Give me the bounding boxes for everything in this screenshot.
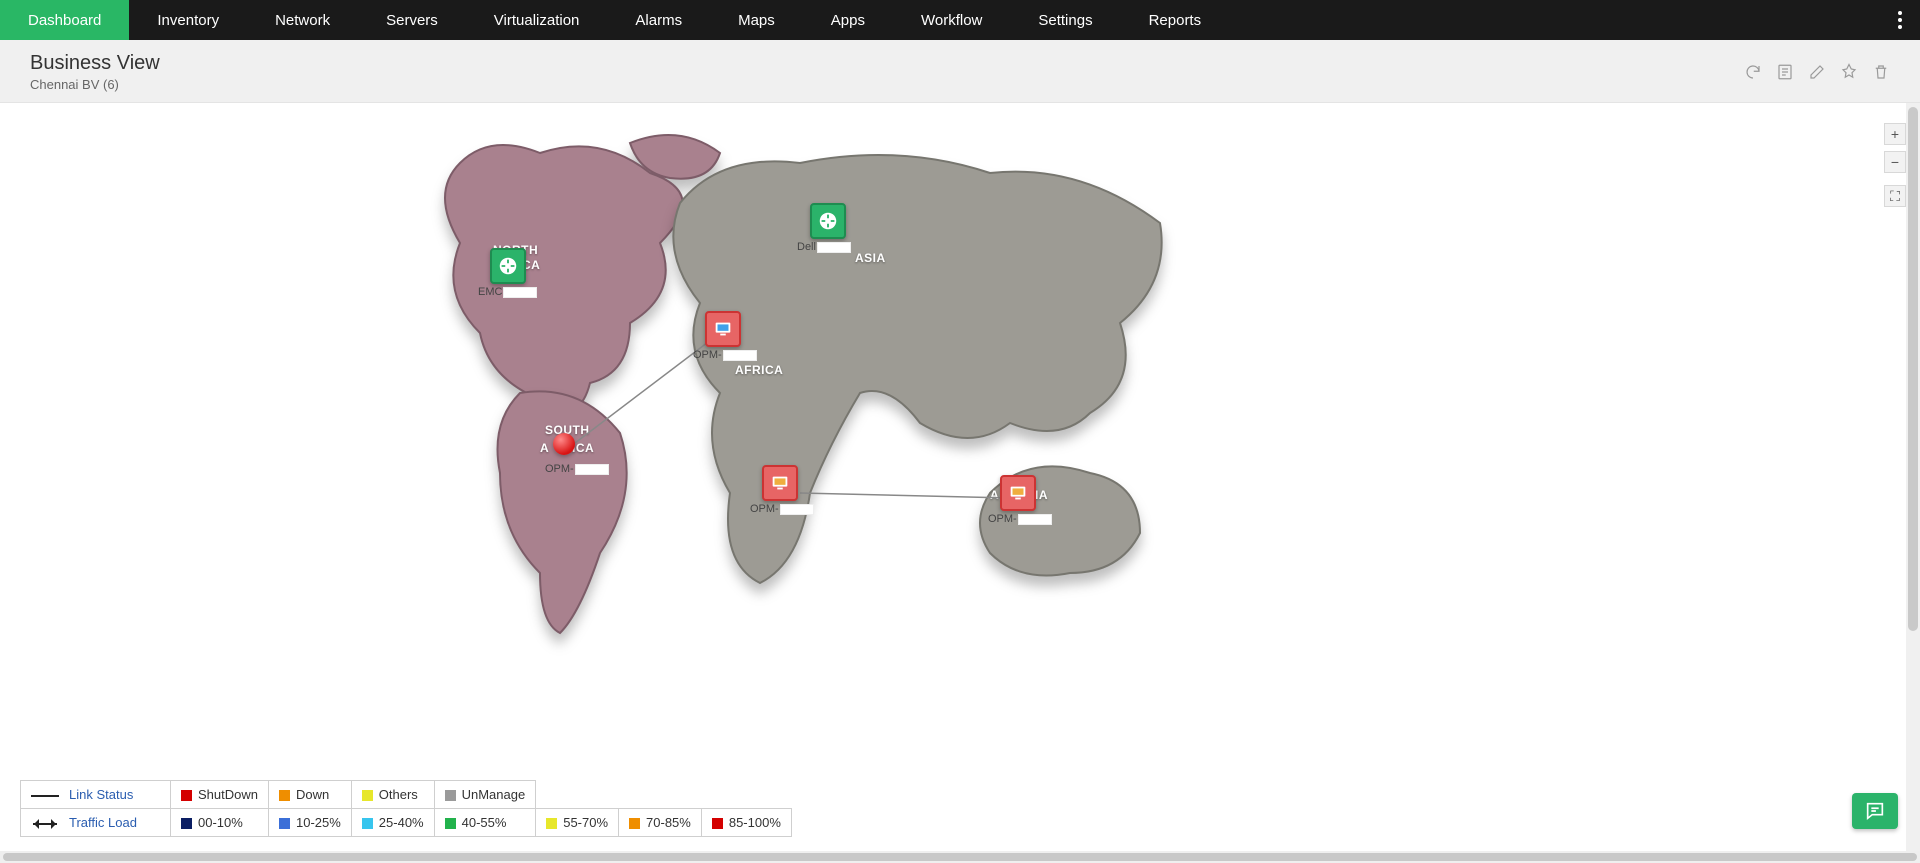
edit-icon[interactable] bbox=[1808, 63, 1826, 81]
node-asia-label: Dell bbox=[797, 241, 851, 253]
legend-row-link-status: Link Status ShutDown Down Others UnManag… bbox=[21, 781, 792, 809]
node-aus-label: OPM- bbox=[988, 513, 1052, 525]
legend-item-down: Down bbox=[268, 781, 351, 809]
delete-icon[interactable] bbox=[1872, 63, 1890, 81]
pin-icon[interactable] bbox=[1840, 63, 1858, 81]
horizontal-scrollbar[interactable] bbox=[0, 851, 1920, 863]
fullscreen-button[interactable]: ⛶ bbox=[1884, 185, 1906, 207]
legend-item-shutdown: ShutDown bbox=[171, 781, 269, 809]
top-nav: Dashboard Inventory Network Servers Virt… bbox=[0, 0, 1920, 40]
nav-tab-workflow[interactable]: Workflow bbox=[893, 0, 1010, 40]
nav-tab-virtualization[interactable]: Virtualization bbox=[466, 0, 608, 40]
chat-icon bbox=[1863, 800, 1887, 822]
nav-tab-maps[interactable]: Maps bbox=[710, 0, 803, 40]
legend-item-40-55: 40-55% bbox=[434, 809, 536, 837]
arrow-icon bbox=[31, 819, 59, 829]
zoom-controls: + − ⛶ bbox=[1884, 123, 1906, 207]
node-aus-host[interactable] bbox=[1000, 475, 1036, 511]
zoom-in-button[interactable]: + bbox=[1884, 123, 1906, 145]
legend-panel: Link Status ShutDown Down Others UnManag… bbox=[20, 780, 792, 837]
legend-item-00-10: 00-10% bbox=[171, 809, 269, 837]
nav-tab-alarms[interactable]: Alarms bbox=[607, 0, 710, 40]
legend-item-others: Others bbox=[351, 781, 434, 809]
node-africa-label: OPM- bbox=[693, 349, 757, 361]
legend-traffic-load-label[interactable]: Traffic Load bbox=[69, 815, 137, 830]
legend-item-70-85: 70-85% bbox=[619, 809, 702, 837]
nav-tab-servers[interactable]: Servers bbox=[358, 0, 466, 40]
continent-south-america bbox=[460, 383, 660, 643]
node-africa-host[interactable] bbox=[705, 311, 741, 347]
zoom-out-button[interactable]: − bbox=[1884, 151, 1906, 173]
legend-item-10-25: 10-25% bbox=[268, 809, 351, 837]
node-safrica-label: OPM- bbox=[750, 503, 814, 515]
node-na-router[interactable] bbox=[490, 248, 526, 284]
nav-tab-network[interactable]: Network bbox=[247, 0, 358, 40]
node-safrica-host[interactable] bbox=[762, 465, 798, 501]
export-icon[interactable] bbox=[1776, 63, 1794, 81]
nav-tab-inventory[interactable]: Inventory bbox=[129, 0, 247, 40]
nav-tab-apps[interactable]: Apps bbox=[803, 0, 893, 40]
legend-item-unmanage: UnManage bbox=[434, 781, 536, 809]
nav-tab-settings[interactable]: Settings bbox=[1010, 0, 1120, 40]
legend-link-status-label[interactable]: Link Status bbox=[69, 787, 133, 802]
node-sa-dot[interactable] bbox=[553, 433, 575, 455]
page-subtitle: Chennai BV (6) bbox=[30, 77, 1744, 92]
legend-item-55-70: 55-70% bbox=[536, 809, 619, 837]
node-sa-label: OPM- bbox=[545, 463, 609, 475]
monitor-icon bbox=[712, 318, 734, 340]
kebab-icon bbox=[1898, 11, 1902, 29]
monitor-icon bbox=[1007, 482, 1029, 504]
world-map[interactable]: + − ⛶ NORTH CA SOUTH A ICA bbox=[0, 103, 1906, 851]
chat-button[interactable] bbox=[1852, 793, 1898, 829]
page-title: Business View bbox=[30, 52, 1744, 75]
node-na-label: EMC bbox=[478, 286, 537, 298]
monitor-icon bbox=[769, 472, 791, 494]
nav-tab-dashboard[interactable]: Dashboard bbox=[0, 0, 129, 40]
legend-item-25-40: 25-40% bbox=[351, 809, 434, 837]
legend-row-traffic-load: Traffic Load 00-10% 10-25% 25-40% 40-55%… bbox=[21, 809, 792, 837]
refresh-icon[interactable] bbox=[1744, 63, 1762, 81]
line-icon bbox=[31, 795, 59, 797]
router-icon bbox=[817, 210, 839, 232]
router-icon bbox=[497, 255, 519, 277]
nav-more-menu[interactable] bbox=[1880, 0, 1920, 40]
vertical-scrollbar[interactable] bbox=[1906, 103, 1920, 851]
title-actions bbox=[1744, 63, 1890, 81]
node-asia-router[interactable] bbox=[810, 203, 846, 239]
title-bar: Business View Chennai BV (6) bbox=[0, 40, 1920, 103]
map-viewport[interactable]: + − ⛶ NORTH CA SOUTH A ICA bbox=[0, 103, 1906, 851]
main-area: + − ⛶ NORTH CA SOUTH A ICA bbox=[0, 103, 1920, 851]
legend-item-85-100: 85-100% bbox=[701, 809, 791, 837]
nav-tab-reports[interactable]: Reports bbox=[1121, 0, 1230, 40]
